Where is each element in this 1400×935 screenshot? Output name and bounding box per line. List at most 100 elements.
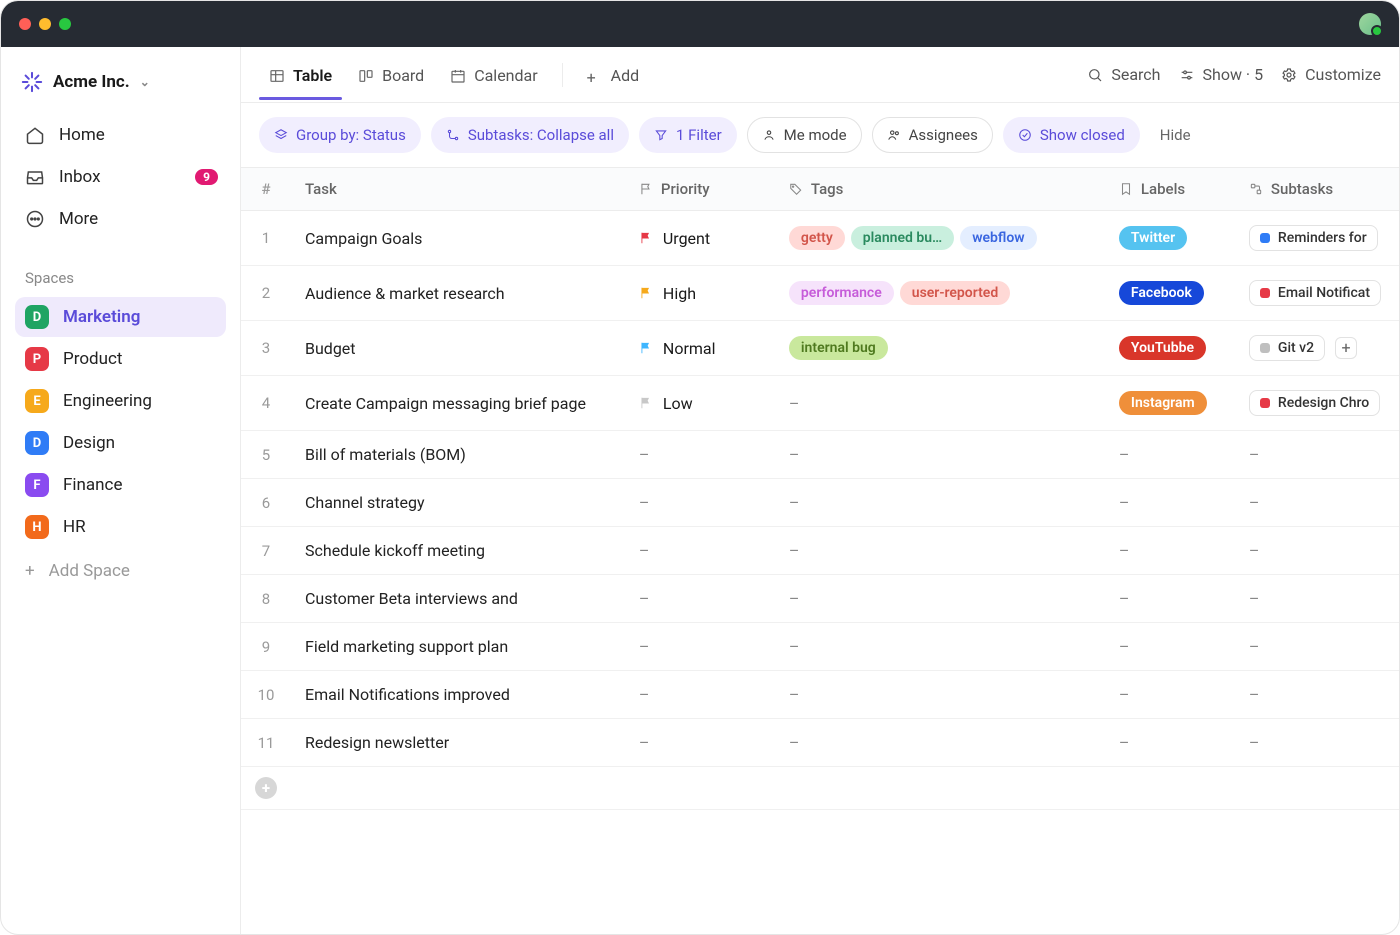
nav-more[interactable]: More <box>15 199 226 239</box>
plus-icon: + <box>587 68 603 84</box>
hide-filters-button[interactable]: Hide <box>1160 126 1191 144</box>
task-name-cell[interactable]: Bill of materials (BOM) <box>291 431 625 479</box>
priority-cell[interactable]: Low <box>639 394 761 413</box>
priority-cell[interactable]: Normal <box>639 339 761 358</box>
row-number: 4 <box>241 376 291 431</box>
view-tab-calendar[interactable]: Calendar <box>440 50 547 99</box>
status-dot <box>1260 233 1270 243</box>
show-closed-pill[interactable]: Show closed <box>1003 117 1140 153</box>
add-space-button[interactable]: + Add Space <box>1 547 240 595</box>
inbox-badge: 9 <box>195 169 218 185</box>
table-row[interactable]: 2 Audience & market research High perfor… <box>241 266 1399 321</box>
task-name-cell[interactable]: Email Notifications improved <box>291 671 625 719</box>
subtask-chip[interactable]: Redesign Chro <box>1249 390 1380 416</box>
priority-cell[interactable]: High <box>639 284 761 303</box>
subtask-chip[interactable]: Git v2 <box>1249 335 1325 361</box>
me-mode-pill[interactable]: Me mode <box>747 117 862 153</box>
space-item-finance[interactable]: FFinance <box>15 465 226 505</box>
view-tab-board[interactable]: Board <box>348 50 434 99</box>
col-labels[interactable]: Labels <box>1105 168 1235 211</box>
row-number: 1 <box>241 211 291 266</box>
tag-chip[interactable]: performance <box>789 281 894 305</box>
col-task[interactable]: Task <box>291 168 625 211</box>
row-number: 6 <box>241 479 291 527</box>
maximize-window[interactable] <box>59 18 71 30</box>
tag-chip[interactable]: internal bug <box>789 336 888 360</box>
label-chip[interactable]: Facebook <box>1119 281 1204 305</box>
flag-icon <box>639 286 653 300</box>
subtask-icon <box>1249 182 1263 196</box>
nav-inbox[interactable]: Inbox 9 <box>15 157 226 197</box>
table-icon <box>269 68 285 84</box>
subtask-chip[interactable]: Email Notificat <box>1249 280 1381 306</box>
task-name-cell[interactable]: Channel strategy <box>291 479 625 527</box>
priority-cell[interactable]: Urgent <box>639 229 761 248</box>
space-icon: H <box>25 515 49 539</box>
table-row[interactable]: 4 Create Campaign messaging brief page L… <box>241 376 1399 431</box>
col-tags[interactable]: Tags <box>775 168 1105 211</box>
table-row[interactable]: 10 Email Notifications improved – – – – <box>241 671 1399 719</box>
search-button[interactable]: Search <box>1087 65 1160 84</box>
task-name-cell[interactable]: Field marketing support plan <box>291 623 625 671</box>
col-number[interactable]: # <box>241 168 291 211</box>
space-icon: D <box>25 431 49 455</box>
tag-chip[interactable]: webflow <box>960 226 1036 250</box>
table-row[interactable]: 6 Channel strategy – – – – <box>241 479 1399 527</box>
window-controls <box>19 18 71 30</box>
task-name-cell[interactable]: Redesign newsletter <box>291 719 625 767</box>
assignees-pill[interactable]: Assignees <box>872 117 993 153</box>
close-window[interactable] <box>19 18 31 30</box>
tag-chip[interactable]: getty <box>789 226 845 250</box>
flag-icon <box>639 341 653 355</box>
col-subtasks[interactable]: Subtasks <box>1235 168 1399 211</box>
space-item-hr[interactable]: HHR <box>15 507 226 547</box>
row-number: 9 <box>241 623 291 671</box>
label-chip[interactable]: Twitter <box>1119 226 1187 250</box>
view-tab-table[interactable]: Table <box>259 50 342 99</box>
task-name-cell[interactable]: Schedule kickoff meeting <box>291 527 625 575</box>
space-name: Engineering <box>63 391 152 411</box>
group-by-pill[interactable]: Group by: Status <box>259 117 421 153</box>
subtask-chip[interactable]: Reminders for <box>1249 225 1378 251</box>
minimize-window[interactable] <box>39 18 51 30</box>
task-name-cell[interactable]: Customer Beta interviews and <box>291 575 625 623</box>
space-item-marketing[interactable]: DMarketing <box>15 297 226 337</box>
space-item-engineering[interactable]: EEngineering <box>15 381 226 421</box>
person-icon <box>762 128 776 142</box>
space-icon: D <box>25 305 49 329</box>
subtasks-pill[interactable]: Subtasks: Collapse all <box>431 117 629 153</box>
nav-home[interactable]: Home <box>15 115 226 155</box>
user-avatar[interactable] <box>1359 13 1381 35</box>
task-name-cell[interactable]: Create Campaign messaging brief page <box>291 376 625 431</box>
add-view-button[interactable]: + Add <box>577 50 649 99</box>
workspace-switcher[interactable]: Acme Inc. ⌄ <box>1 61 240 109</box>
label-chip[interactable]: YouTubbe <box>1119 336 1206 360</box>
space-item-design[interactable]: DDesign <box>15 423 226 463</box>
check-circle-icon <box>1018 128 1032 142</box>
spaces-section-label: Spaces <box>1 247 240 297</box>
task-name-cell[interactable]: Budget <box>291 321 625 376</box>
table-row[interactable]: 8 Customer Beta interviews and – – – – <box>241 575 1399 623</box>
task-name-cell[interactable]: Audience & market research <box>291 266 625 321</box>
table-row[interactable]: 1 Campaign Goals Urgent gettyplanned bu…… <box>241 211 1399 266</box>
row-number: 7 <box>241 527 291 575</box>
table-row[interactable]: 9 Field marketing support plan – – – – <box>241 623 1399 671</box>
tag-chip[interactable]: planned bu… <box>851 226 954 250</box>
add-subtask-button[interactable]: + <box>1335 337 1357 359</box>
show-columns-button[interactable]: Show · 5 <box>1179 65 1264 84</box>
col-priority[interactable]: Priority <box>625 168 775 211</box>
table-row[interactable]: 7 Schedule kickoff meeting – – – – <box>241 527 1399 575</box>
table-row[interactable]: 5 Bill of materials (BOM) – – – – <box>241 431 1399 479</box>
people-icon <box>887 128 901 142</box>
row-number: 3 <box>241 321 291 376</box>
tag-icon <box>789 182 803 196</box>
space-item-product[interactable]: PProduct <box>15 339 226 379</box>
customize-button[interactable]: Customize <box>1281 65 1381 84</box>
task-name-cell[interactable]: Campaign Goals <box>291 211 625 266</box>
add-task-button[interactable]: + <box>255 777 277 799</box>
tag-chip[interactable]: user-reported <box>900 281 1010 305</box>
table-row[interactable]: 3 Budget Normal internal bug YouTubbe Gi… <box>241 321 1399 376</box>
filter-pill[interactable]: 1 Filter <box>639 117 737 153</box>
label-chip[interactable]: Instagram <box>1119 391 1207 415</box>
table-row[interactable]: 11 Redesign newsletter – – – – <box>241 719 1399 767</box>
